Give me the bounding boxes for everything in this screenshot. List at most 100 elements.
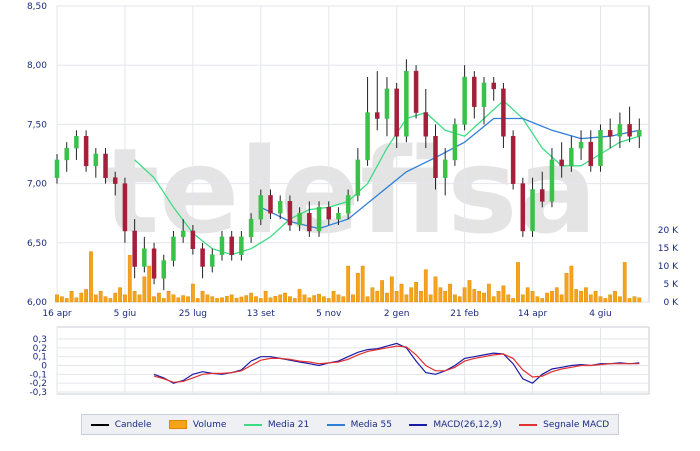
candle-body: [365, 112, 370, 161]
candle: [74, 130, 79, 160]
candle: [491, 77, 496, 101]
volume-tick-label: 15 K: [658, 244, 679, 254]
volume-bar: [341, 296, 346, 303]
candle-body: [501, 88, 506, 137]
price-tick-label: 6,50: [27, 239, 47, 249]
price-axis: 8,50 8,00 7,50 7,00 6,50 6,00: [27, 2, 47, 308]
candle-body: [326, 207, 331, 220]
volume-bar: [307, 297, 312, 303]
volume-bar: [331, 291, 336, 303]
volume-bar: [79, 292, 84, 303]
volume-bar: [59, 296, 64, 303]
legend-label: Segnale MACD: [543, 419, 610, 430]
candle-body: [248, 218, 254, 238]
volume-bar: [394, 291, 399, 303]
volume-bar: [263, 291, 268, 303]
volume-bar: [258, 298, 263, 303]
legend-item: Candele: [90, 419, 152, 430]
volume-bar: [511, 298, 516, 303]
candle-body: [375, 112, 380, 119]
legend-swatch: [90, 423, 109, 426]
candle: [627, 106, 632, 143]
legend-label: Candele: [114, 419, 152, 430]
volume-bar: [501, 285, 506, 303]
legend-label: Media 21: [267, 419, 310, 430]
volume-bar: [380, 280, 384, 303]
volume-bar: [292, 298, 297, 303]
volume-bar: [147, 265, 152, 303]
candle-body: [598, 130, 603, 167]
legend-swatch: [168, 420, 187, 429]
volume-tick-label: 0 K: [664, 298, 680, 308]
candle-body: [433, 135, 438, 178]
candle-body: [404, 70, 409, 137]
candle-body: [627, 124, 632, 137]
candle-body: [132, 230, 137, 267]
candle: [510, 130, 516, 190]
volume-bar: [127, 254, 132, 303]
volume-bar: [210, 296, 215, 303]
candle-body: [122, 183, 128, 232]
candle-body: [569, 147, 574, 167]
candle-body: [345, 195, 351, 214]
volume-bar: [234, 297, 239, 303]
volume-bar: [351, 294, 355, 303]
candle-body: [539, 189, 545, 202]
candle-body: [171, 236, 176, 261]
volume-bar: [550, 291, 554, 303]
candle-body: [297, 212, 302, 226]
volume-bar: [118, 287, 122, 303]
volume-bar: [608, 294, 613, 303]
candle: [452, 118, 458, 166]
volume-bar: [370, 287, 375, 303]
macd-tick-label: -0,3: [29, 388, 47, 398]
candle-body: [588, 141, 594, 167]
candle-body: [103, 153, 108, 178]
candle-body: [355, 159, 361, 196]
volume-bar: [176, 297, 181, 303]
legend-item: MACD(26,12,9): [409, 420, 502, 430]
price-tick-label: 8,00: [27, 61, 47, 71]
chart-stage: telefisa 20 K 15 K 10 K5 K0 K 8,50 8,00 7,50…: [0, 0, 700, 451]
volume-bar: [336, 294, 341, 303]
candle-body: [268, 195, 273, 214]
date-axis: 16 apr 5 giu 25 lug 13 set 5 nov 2 gen 21 feb 1…: [42, 309, 611, 319]
volume-bar: [186, 296, 190, 303]
volume-bar: [171, 294, 176, 303]
volume-bar: [297, 289, 302, 303]
volume-bar: [506, 294, 511, 303]
volume-bar: [520, 294, 525, 303]
candle-body: [442, 159, 448, 178]
candle-body: [287, 201, 293, 226]
date-tick-label: 2 gen: [384, 309, 410, 319]
volume-bar: [249, 292, 253, 303]
volume-bar: [627, 298, 632, 303]
volume-bar: [64, 298, 69, 303]
volume-bar: [559, 294, 564, 303]
volume-bar: [69, 291, 74, 303]
candle-body: [510, 135, 516, 184]
candle-body: [617, 124, 623, 137]
volume-bar: [317, 293, 321, 303]
volume-bar: [423, 269, 428, 303]
candle-body: [423, 112, 429, 137]
volume-bar: [409, 287, 414, 303]
candle-body: [481, 82, 487, 107]
volume-bar: [200, 291, 205, 303]
volume-bar: [365, 296, 370, 303]
volume-bar: [93, 294, 98, 303]
volume-bar: [137, 294, 142, 303]
legend-swatch: [519, 423, 538, 426]
legend-swatch: [326, 423, 345, 426]
volume-bar: [103, 296, 108, 303]
date-tick-label: 16 apr: [42, 309, 72, 319]
volume-bar: [564, 273, 569, 303]
candle-body: [307, 212, 312, 232]
candle-body: [151, 248, 157, 279]
candle: [151, 242, 157, 285]
volume-bar: [385, 292, 389, 303]
price-tick-label: 7,00: [27, 180, 47, 190]
candle: [520, 177, 526, 237]
candle-body: [200, 248, 205, 267]
volume-bar: [195, 298, 200, 303]
